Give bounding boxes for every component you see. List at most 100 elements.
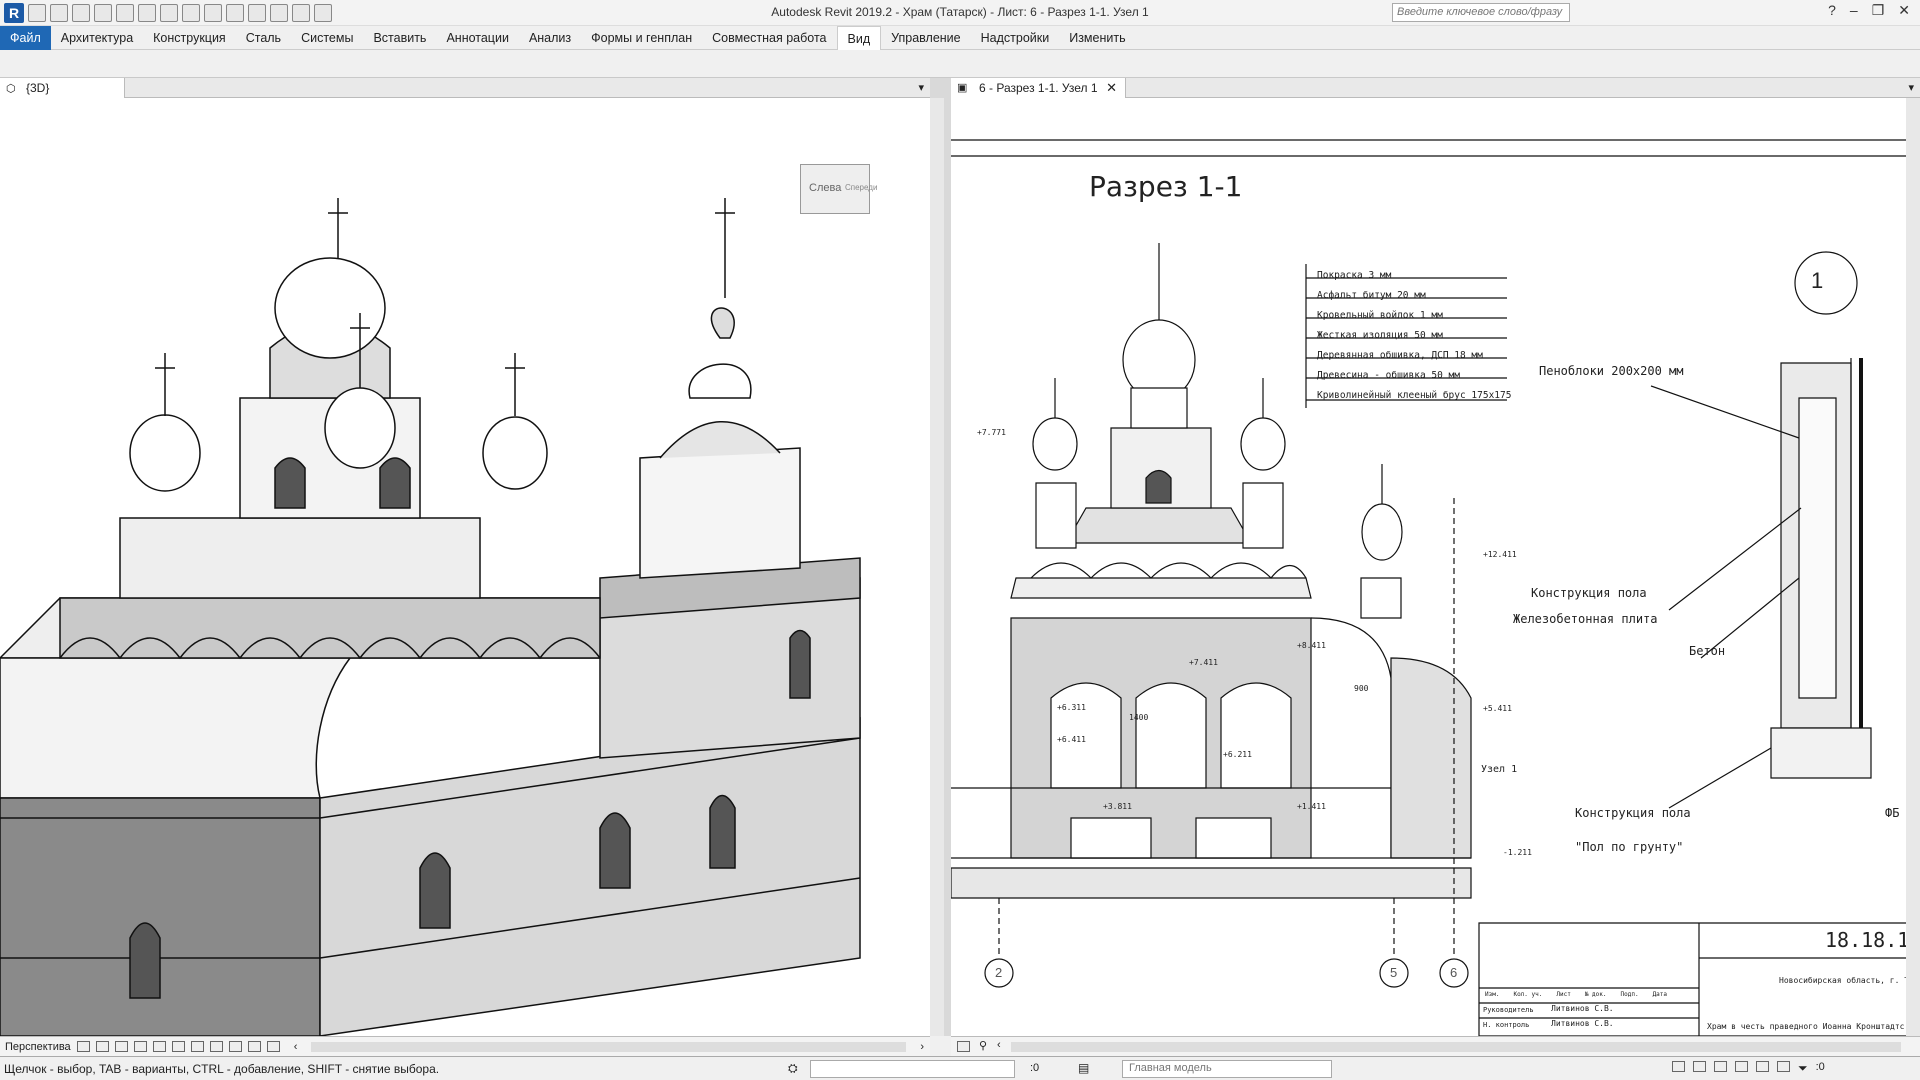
horizontal-scrollbar-left[interactable]	[311, 1041, 907, 1052]
workset-icon[interactable]: ⛭	[788, 1061, 798, 1076]
3d-view-icon[interactable]	[226, 4, 244, 22]
scroll-right-icon[interactable]: ›	[920, 1041, 924, 1053]
reveal-hidden-icon[interactable]	[228, 1041, 242, 1052]
thin-lines-icon[interactable]	[270, 4, 288, 22]
text-icon[interactable]	[204, 4, 222, 22]
axis-label: 5	[1390, 965, 1398, 980]
hide-crop-icon[interactable]	[190, 1041, 204, 1052]
tab-close-icon[interactable]: ✕	[1106, 80, 1117, 96]
level-mark: +6.311	[1057, 703, 1086, 712]
visual-style-icon[interactable]	[95, 1041, 109, 1052]
filter-count: :0	[1815, 1061, 1825, 1073]
render-icon[interactable]	[152, 1041, 166, 1052]
tab-file[interactable]: Файл	[0, 25, 51, 50]
tab-structure[interactable]: Конструкция	[143, 26, 236, 50]
search-input[interactable]: Введите ключевое слово/фразу	[1392, 3, 1570, 22]
select-pinned-icon[interactable]	[1714, 1061, 1727, 1072]
tab-massing[interactable]: Формы и генплан	[581, 26, 702, 50]
horizontal-scrollbar-right[interactable]	[1011, 1042, 1901, 1052]
save-icon[interactable]	[50, 4, 68, 22]
drag-elements-icon[interactable]	[1756, 1061, 1769, 1072]
dimension-label: 900	[1354, 684, 1369, 693]
highlight-icon[interactable]	[266, 1041, 280, 1052]
dimension-label: 1400	[1129, 713, 1149, 722]
close-icon[interactable]: ✕	[1898, 2, 1910, 19]
tab-systems[interactable]: Системы	[291, 26, 363, 50]
sheet-viewport[interactable]: Разрез 1-1 Покраска 3 мм Асфальт битум 2…	[951, 98, 1920, 1036]
view-splitter[interactable]	[930, 78, 951, 1036]
tab-manage[interactable]: Управление	[881, 26, 971, 50]
tab-insert[interactable]: Вставить	[363, 26, 436, 50]
minimize-icon[interactable]: –	[1850, 2, 1858, 19]
tab-collaborate[interactable]: Совместная работа	[702, 26, 836, 50]
select-underlay-icon[interactable]	[1693, 1061, 1706, 1072]
shadows-icon[interactable]	[133, 1041, 147, 1052]
tab-steel[interactable]: Сталь	[236, 26, 291, 50]
filter-icon[interactable]: ⏷	[1798, 1061, 1808, 1076]
scroll-left-icon[interactable]: ‹	[997, 1039, 1001, 1051]
sheet-icon: ▣	[957, 82, 968, 94]
open-icon[interactable]	[28, 4, 46, 22]
select-by-face-icon[interactable]	[1735, 1061, 1748, 1072]
switch-windows-icon[interactable]	[314, 4, 332, 22]
annotation-concrete: Бетон	[1689, 644, 1726, 658]
close-hidden-icon[interactable]	[292, 4, 310, 22]
vertical-scrollbar-right[interactable]	[1906, 98, 1920, 1036]
temp-hide-icon[interactable]	[209, 1041, 223, 1052]
help-icon[interactable]: ?	[1828, 2, 1836, 19]
section-icon[interactable]	[248, 4, 266, 22]
stamp-col: Лист	[1556, 991, 1571, 998]
section-drawing	[951, 139, 1920, 1036]
annotation-slab: Железобетонная плита	[1513, 612, 1658, 626]
tab-annotate[interactable]: Аннотации	[436, 26, 518, 50]
tab-addins[interactable]: Надстройки	[971, 26, 1060, 50]
view-mode-label[interactable]: Перспектива	[5, 1041, 71, 1053]
viewcube-left-face[interactable]: Слева	[809, 182, 841, 194]
vertical-scrollbar-left[interactable]	[930, 98, 944, 1036]
tab-view[interactable]: Вид	[836, 25, 882, 50]
level-mark: +6.411	[1057, 735, 1086, 744]
pin-icon[interactable]: ⚲	[979, 1039, 987, 1052]
ribbon-panel	[0, 50, 1920, 78]
select-links-icon[interactable]	[1672, 1061, 1685, 1072]
annotation-blocks: Пенoблоки 200х200 мм	[1539, 364, 1684, 378]
undo-icon[interactable]	[94, 4, 112, 22]
sun-path-icon[interactable]	[114, 1041, 128, 1052]
detail-level-icon[interactable]	[76, 1041, 90, 1052]
node-number: 1	[1811, 268, 1824, 293]
view-tab-bar-right: ▣ 6 - Разрез 1-1. Узел 1 ✕ ▾	[951, 78, 1920, 98]
3d-viewport[interactable]: Слева Спереди	[0, 98, 930, 1036]
axis-label: 2	[995, 965, 1003, 980]
level-mark: +7.411	[1189, 658, 1218, 667]
editable-count: :0	[1030, 1062, 1040, 1074]
redo-icon[interactable]	[116, 4, 134, 22]
viewcube[interactable]: Слева Спереди	[800, 164, 877, 214]
tab-modify[interactable]: Изменить	[1059, 26, 1135, 50]
design-options-icon[interactable]: ▤	[1078, 1061, 1089, 1075]
tab-analyze[interactable]: Анализ	[519, 26, 581, 50]
tab-3d-view[interactable]: ⬡ {3D}	[0, 78, 125, 98]
dimension-icon[interactable]	[182, 4, 200, 22]
crop-icon[interactable]	[171, 1041, 185, 1052]
sync-icon[interactable]	[72, 4, 90, 22]
layer-item: Деревянная обшивка, ДСП 18 мм	[1317, 350, 1483, 361]
maximize-icon[interactable]: ❐	[1872, 2, 1885, 19]
workset-select[interactable]	[810, 1060, 1015, 1078]
analytical-icon[interactable]	[247, 1041, 261, 1052]
background-process-icon[interactable]	[1777, 1061, 1790, 1072]
sheet-view-icon[interactable]	[957, 1041, 970, 1052]
measure-icon[interactable]	[160, 4, 178, 22]
print-icon[interactable]	[138, 4, 156, 22]
viewcube-front-face[interactable]: Спереди	[845, 183, 877, 192]
stamp-role: Руководитель	[1483, 1006, 1534, 1014]
tab-menu-icon[interactable]: ▾	[918, 81, 924, 94]
app-logo-icon[interactable]: R	[4, 3, 24, 23]
tab-architecture[interactable]: Архитектура	[51, 26, 143, 50]
tab-menu-icon[interactable]: ▾	[1908, 81, 1914, 94]
level-mark: +7.771	[977, 428, 1006, 437]
layer-item: Криволинейный клееный брус 175х175	[1317, 390, 1512, 401]
tab-sheet-view[interactable]: ▣ 6 - Разрез 1-1. Узел 1 ✕	[951, 78, 1126, 98]
layer-item: Кровельный войлок 1 мм	[1317, 310, 1443, 321]
scroll-left-icon[interactable]: ‹	[294, 1041, 298, 1053]
design-option-select[interactable]: Главная модель	[1122, 1060, 1332, 1078]
